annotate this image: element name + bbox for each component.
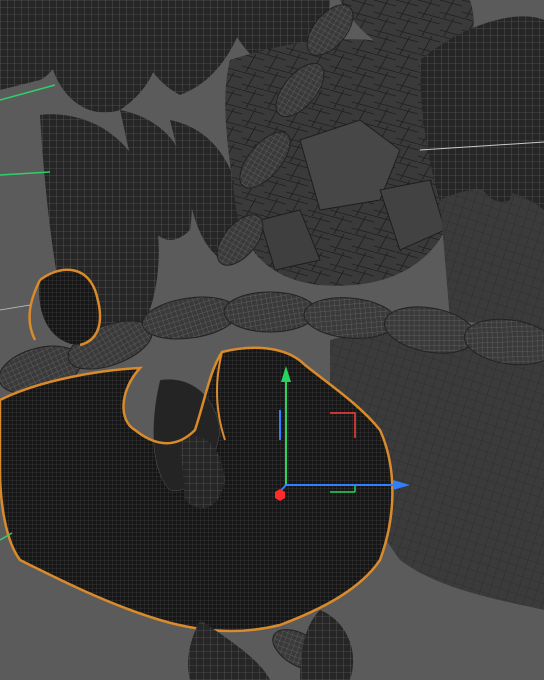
3d-viewport[interactable] xyxy=(0,0,544,680)
viewport-canvas[interactable] xyxy=(0,0,544,680)
